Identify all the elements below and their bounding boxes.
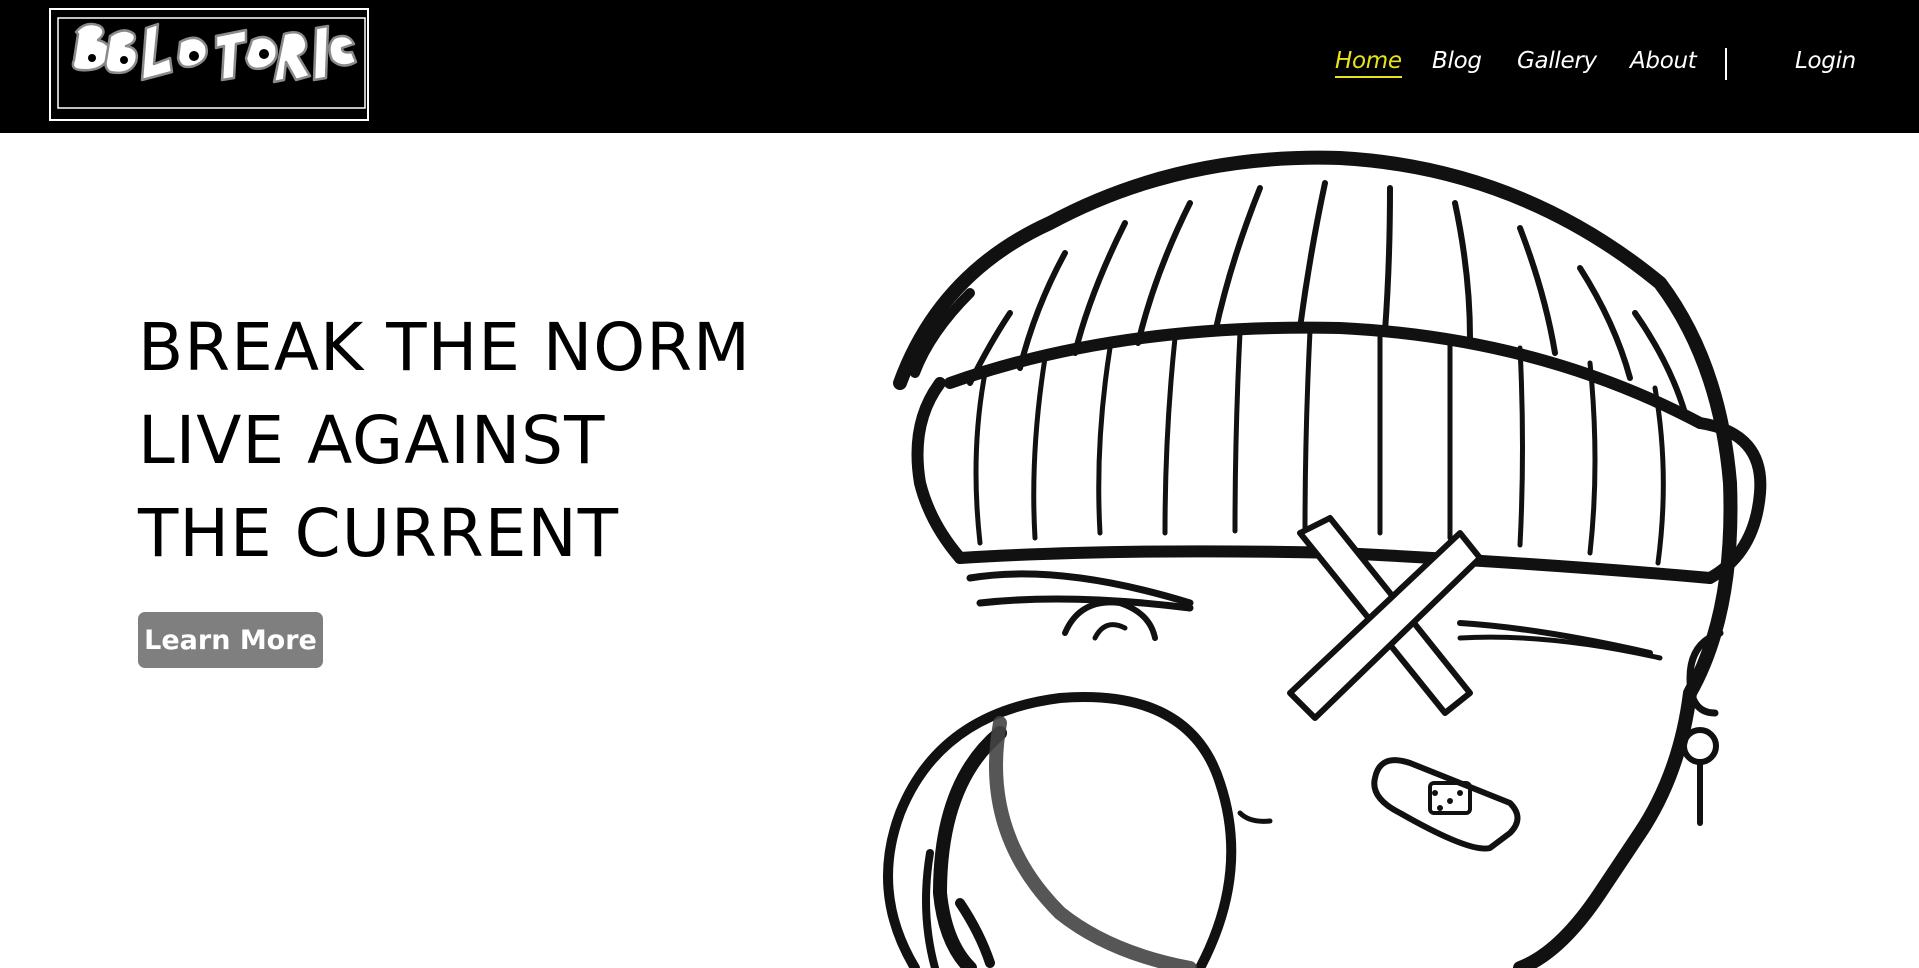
nav-login-link[interactable]: Login	[1795, 48, 1856, 74]
hero-section: BREAK THE NORM LIVE AGAINST THE CURRENT …	[0, 133, 1919, 968]
learn-more-button[interactable]: Learn More	[138, 612, 323, 668]
nav-divider	[1725, 48, 1727, 80]
top-navbar: Home Blog Gallery About Login	[0, 0, 1919, 133]
nav-gallery-link[interactable]: Gallery	[1517, 48, 1597, 74]
beanie-character-illustration-icon	[883, 150, 1767, 968]
headline-line-3: THE CURRENT	[138, 495, 620, 572]
main-nav: Home Blog Gallery About Login	[0, 44, 1919, 84]
headline-line-2: LIVE AGAINST	[138, 402, 606, 479]
nav-home-link[interactable]: Home	[1335, 48, 1402, 78]
nav-about-link[interactable]: About	[1630, 48, 1697, 74]
headline-line-1: BREAK THE NORM	[138, 309, 751, 386]
nav-blog-link[interactable]: Blog	[1432, 48, 1482, 74]
hero-headline: BREAK THE NORM LIVE AGAINST THE CURRENT	[138, 301, 751, 580]
